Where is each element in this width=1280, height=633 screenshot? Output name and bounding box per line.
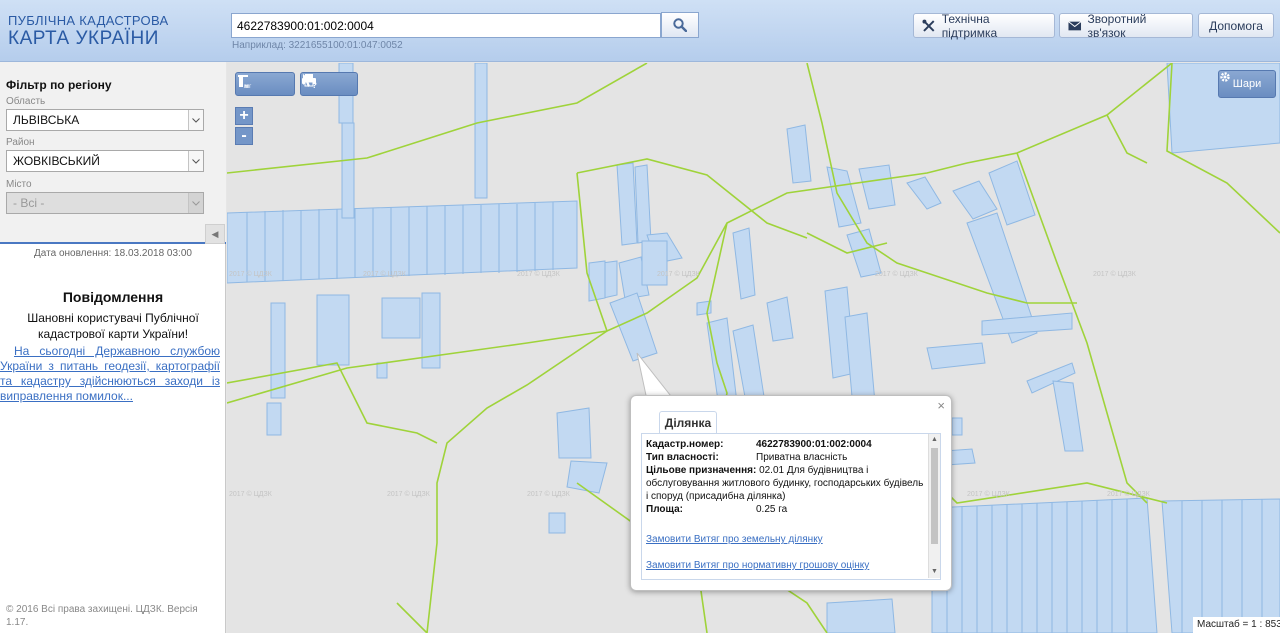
gear-icon bbox=[1220, 72, 1230, 82]
news-greeting: Шановні користувачі Публічної кадастрово… bbox=[27, 311, 199, 341]
zoom-out-button[interactable]: - bbox=[235, 127, 253, 145]
city-label: Місто bbox=[6, 179, 32, 190]
identify-button[interactable]: ? bbox=[303, 73, 355, 95]
svg-text:2017 © ЦДЗК: 2017 © ЦДЗК bbox=[517, 270, 561, 278]
copyright: © 2016 Всі права захищені. ЦДЗК. Версія … bbox=[6, 604, 198, 628]
svg-text:2017 © ЦДЗК: 2017 © ЦДЗК bbox=[527, 490, 571, 498]
order-extract-link[interactable]: Замовити Витяг про земельну ділянку bbox=[646, 533, 926, 546]
layers-label: Шари bbox=[1232, 78, 1262, 90]
oblast-value: ЛЬВІВСЬКА bbox=[13, 113, 80, 127]
ownership-value: Приватна власність bbox=[756, 452, 848, 463]
scroll-up-icon[interactable]: ▲ bbox=[929, 434, 940, 446]
purpose-row: Цільове призначення: 02.01 Для будівницт… bbox=[646, 464, 926, 503]
svg-text:2017 © ЦДЗК: 2017 © ЦДЗК bbox=[363, 270, 407, 278]
svg-text:2017 © ЦДЗК: 2017 © ЦДЗК bbox=[229, 270, 273, 278]
svg-text:2017 © ЦДЗК: 2017 © ЦДЗК bbox=[1093, 270, 1137, 278]
cadastr-row: Кадастр.номер: 4622783900:01:002:0004 bbox=[646, 438, 926, 451]
top-header: ПУБЛІЧНА КАДАСТРОВА КАРТА УКРАЇНИ Наприк… bbox=[0, 0, 1280, 62]
map-view[interactable]: 2017 © ЦДЗК 2017 © ЦДЗК 2017 © ЦДЗК 2017… bbox=[227, 63, 1280, 633]
cadastr-value: 4622783900:01:002:0004 bbox=[756, 439, 872, 450]
scale-readout: Масштаб = 1 : 8531 bbox=[1193, 617, 1280, 633]
envelope-icon bbox=[1068, 20, 1082, 30]
news-title: Повідомлення bbox=[62, 289, 164, 305]
svg-text:2017 © ЦДЗК: 2017 © ЦДЗК bbox=[387, 490, 431, 498]
scroll-thumb[interactable] bbox=[931, 448, 938, 544]
triangle-left-icon: ◀ bbox=[211, 228, 219, 239]
region-filter: Фільтр по регіону Область ЛЬВІВСЬКА Райо… bbox=[0, 62, 226, 244]
cursor-question-icon: ? bbox=[303, 74, 317, 89]
svg-text:2017 © ЦДЗК: 2017 © ЦДЗК bbox=[657, 270, 701, 278]
tools-icon bbox=[922, 19, 935, 32]
chevron-down-icon bbox=[188, 110, 203, 130]
svg-text:2017 © ЦДЗК: 2017 © ЦДЗК bbox=[875, 270, 919, 278]
purpose-key: Цільове призначення: bbox=[646, 465, 757, 476]
parcel-details: Кадастр.номер: 4622783900:01:002:0004 Ти… bbox=[646, 438, 926, 572]
filter-title: Фільтр по регіону bbox=[6, 78, 112, 92]
popup-body: Кадастр.номер: 4622783900:01:002:0004 Ти… bbox=[641, 434, 941, 580]
measure-tools: м мг bbox=[235, 72, 295, 96]
ownership-row: Тип власності: Приватна власність bbox=[646, 451, 926, 464]
oblast-label: Область bbox=[6, 96, 46, 107]
svg-text:?: ? bbox=[312, 81, 317, 89]
news-link[interactable]: На сьогодні Державною службою України з … bbox=[0, 344, 220, 404]
close-icon[interactable]: × bbox=[937, 398, 945, 413]
city-value: - Всі - bbox=[13, 196, 45, 210]
measure-area-tool[interactable]: мг bbox=[238, 73, 292, 95]
cadastr-key: Кадастр.номер: bbox=[646, 439, 724, 450]
rayon-select[interactable]: ЖОВКІВСЬКИЙ bbox=[6, 150, 204, 172]
search-hint: Наприклад: 3221655100:01:047:0052 bbox=[232, 40, 403, 51]
area-key: Площа: bbox=[646, 504, 683, 515]
help-label: Допомога bbox=[1209, 18, 1263, 33]
area-icon: мг bbox=[238, 75, 252, 89]
cadastral-search-input[interactable] bbox=[231, 13, 661, 38]
area-value: 0.25 га bbox=[756, 504, 788, 515]
area-row: Площа: 0.25 га bbox=[646, 503, 926, 516]
logo[interactable]: ПУБЛІЧНА КАДАСТРОВА КАРТА УКРАЇНИ bbox=[8, 14, 168, 48]
svg-text:мг: мг bbox=[245, 84, 252, 89]
support-label: Технічна підтримка bbox=[941, 11, 998, 40]
chevron-down-icon bbox=[188, 151, 203, 171]
rayon-value: ЖОВКІВСЬКИЙ bbox=[13, 154, 100, 168]
parcel-info-popup: × Ділянка Кадастр.номер: 4622783900:01:0… bbox=[630, 395, 952, 591]
svg-text:2017 © ЦДЗК: 2017 © ЦДЗК bbox=[1107, 490, 1151, 498]
ownership-key: Тип власності: bbox=[646, 452, 719, 463]
sidebar: Фільтр по регіону Область ЛЬВІВСЬКА Райо… bbox=[0, 62, 226, 633]
feedback-label: Зворотний зв'язок bbox=[1087, 11, 1147, 40]
update-date: Дата оновлення: 18.03.2018 03:00 bbox=[34, 248, 192, 259]
scroll-down-icon[interactable]: ▼ bbox=[929, 566, 940, 578]
order-valuation-link[interactable]: Замовити Витяг про нормативну грошову оц… bbox=[646, 559, 926, 572]
logo-line2: КАРТА УКРАЇНИ bbox=[8, 28, 159, 49]
rayon-label: Район bbox=[6, 137, 35, 148]
collapse-sidebar-button[interactable]: ◀ bbox=[205, 224, 225, 244]
layers-button[interactable]: Шари bbox=[1218, 70, 1276, 98]
svg-text:2017 © ЦДЗК: 2017 © ЦДЗК bbox=[967, 490, 1011, 498]
svg-text:2017 © ЦДЗК: 2017 © ЦДЗК bbox=[229, 490, 273, 498]
logo-line1: ПУБЛІЧНА КАДАСТРОВА bbox=[8, 13, 169, 28]
search-icon bbox=[673, 18, 687, 32]
chevron-down-icon bbox=[188, 193, 203, 213]
help-button[interactable]: Допомога bbox=[1198, 13, 1274, 38]
tab-parcel[interactable]: Ділянка bbox=[659, 411, 717, 434]
print-info-tools: ? bbox=[300, 72, 358, 96]
feedback-button[interactable]: Зворотний зв'язок bbox=[1059, 11, 1193, 40]
city-select[interactable]: - Всі - bbox=[6, 192, 204, 214]
oblast-select[interactable]: ЛЬВІВСЬКА bbox=[6, 109, 204, 131]
search-button[interactable] bbox=[661, 12, 699, 38]
support-button[interactable]: Технічна підтримка bbox=[913, 11, 1055, 40]
zoom-in-button[interactable]: + bbox=[235, 107, 253, 125]
popup-scrollbar[interactable]: ▲ ▼ bbox=[928, 434, 940, 578]
